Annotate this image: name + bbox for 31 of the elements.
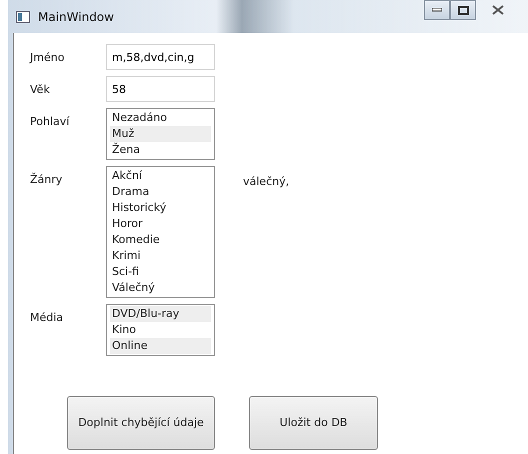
list-item[interactable]: Válečný (110, 280, 211, 296)
genre-summary: válečný, (243, 174, 290, 190)
list-item[interactable]: Horor (110, 216, 211, 232)
name-field[interactable]: m,58,dvd,cin,g (106, 44, 215, 70)
field-label: Média (30, 310, 64, 326)
list-item[interactable]: Kino (110, 322, 211, 338)
list-item[interactable]: DVD/Blu-ray (110, 306, 211, 322)
action-button[interactable]: Doplnit chybějící údaje (67, 396, 215, 450)
minimize-icon (432, 8, 442, 12)
list-item[interactable]: Akční (110, 168, 211, 184)
action-button[interactable]: Uložit do DB (249, 396, 378, 450)
close-icon (492, 5, 504, 15)
maximize-button[interactable] (450, 0, 476, 20)
list-item[interactable]: Nezadáno (110, 110, 211, 126)
list-item[interactable]: Sci-fi (110, 264, 211, 280)
list-item[interactable]: Muž (110, 126, 211, 142)
list-item[interactable]: Historický (110, 200, 211, 216)
list-item[interactable]: Online (110, 338, 211, 354)
field-label: Pohlaví (30, 114, 70, 130)
list-item[interactable]: Drama (110, 184, 211, 200)
list-item[interactable]: Krimi (110, 248, 211, 264)
field-label: Jméno (30, 50, 66, 66)
list-item[interactable]: Komedie (110, 232, 211, 248)
list-item[interactable]: Žena (110, 142, 211, 158)
app-icon (16, 10, 30, 22)
field-label: Věk (30, 82, 51, 98)
maximize-icon (458, 6, 468, 14)
minimize-button[interactable] (424, 0, 450, 20)
age-field[interactable]: 58 (106, 76, 215, 102)
field-label: Žánry (30, 172, 64, 188)
window-title: MainWindow (38, 8, 114, 26)
